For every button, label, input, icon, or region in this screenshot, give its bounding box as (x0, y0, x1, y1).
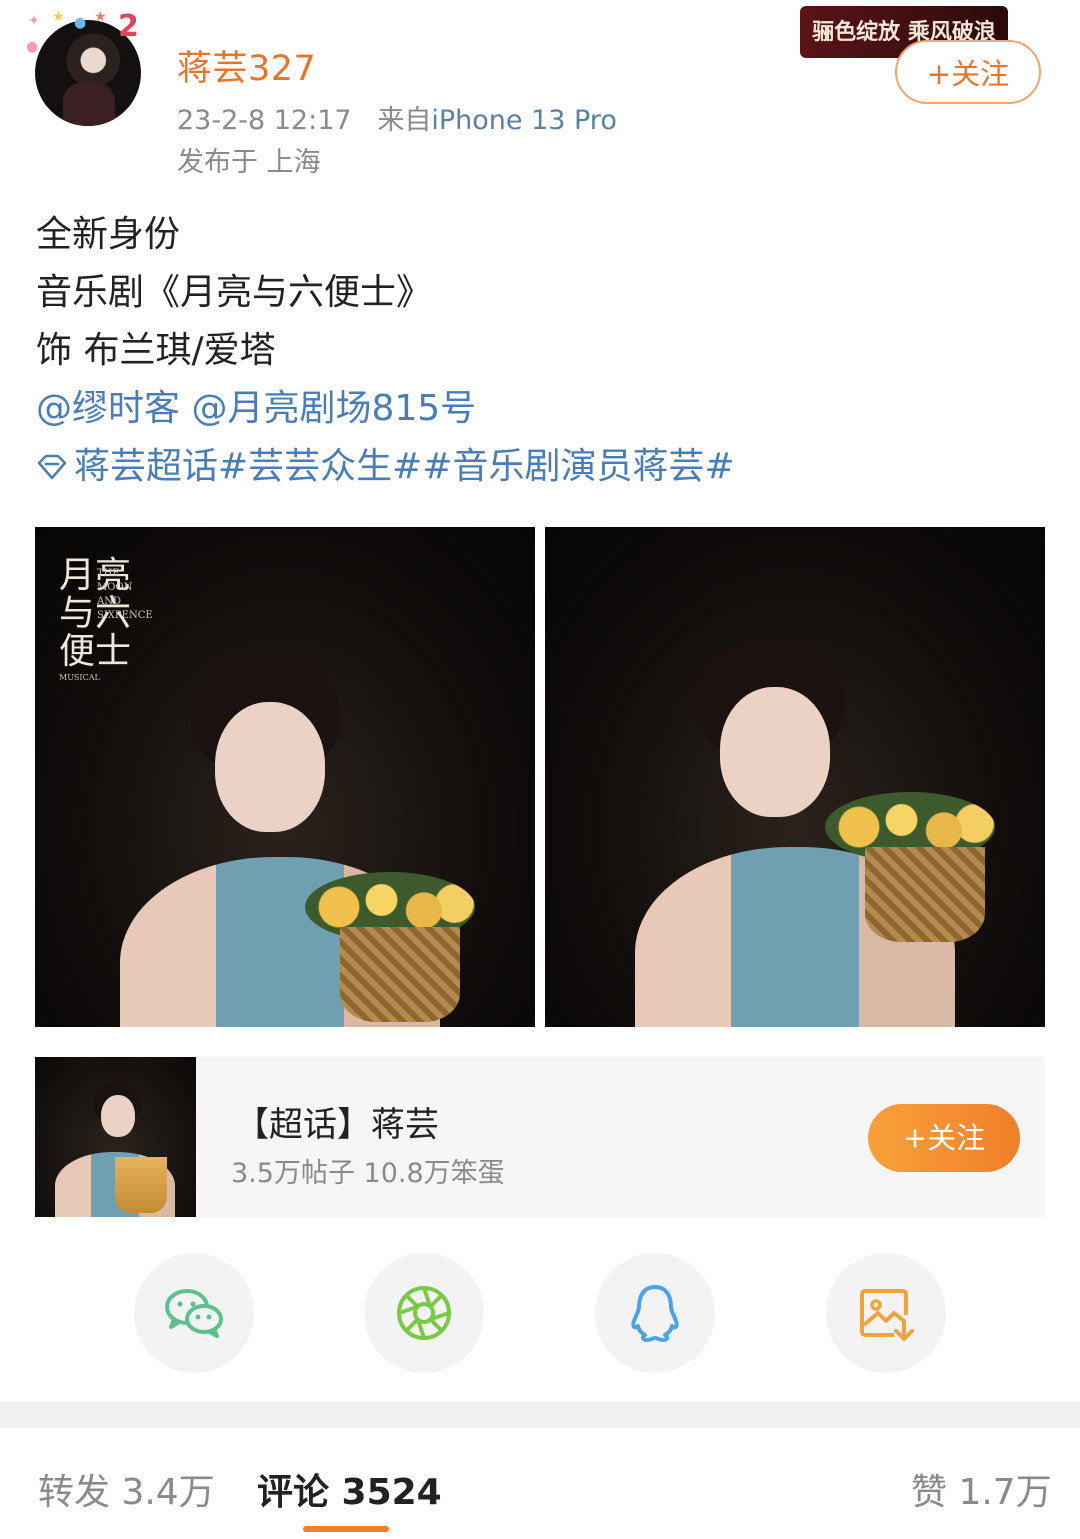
confetti-decoration: ● (74, 15, 87, 31)
username[interactable]: 蒋芸327 (177, 40, 316, 91)
photo-figure-face (215, 702, 325, 832)
moments-icon (397, 1286, 451, 1340)
share-save-image-button[interactable] (826, 1253, 946, 1373)
post-meta: 23-2-8 12:17 来自iPhone 13 Pro (177, 98, 617, 137)
thumb-figure-face (101, 1095, 135, 1137)
thumb-bread-basket (115, 1157, 167, 1213)
timestamp: 23-2-8 12:17 (177, 105, 352, 136)
device-link[interactable]: iPhone 13 Pro (431, 105, 617, 136)
confetti-decoration: ● (26, 39, 39, 55)
post-text-line: 饰 布兰琪/爱塔 (36, 330, 276, 371)
topic-thumbnail[interactable] (35, 1057, 196, 1217)
super-topic-card[interactable]: 【超话】蒋芸 3.5万帖子 10.8万笨蛋 +关注 (35, 1057, 1045, 1217)
post-text-line: 全新身份 (36, 214, 181, 255)
mention-links[interactable]: @缪时客 @月亮剧场815号 (36, 380, 1046, 438)
qq-icon (631, 1285, 679, 1342)
poster-subtitle: MUSICAL (59, 673, 100, 682)
post-location: 发布于 上海 (177, 147, 321, 178)
confetti-decoration: 2 (118, 9, 139, 44)
follow-button[interactable]: +关注 (895, 40, 1041, 104)
post-text-line: 音乐剧《月亮与六便士》 (36, 272, 433, 313)
topic-links[interactable]: 蒋芸超话#芸芸众生##音乐剧演员蒋芸# (36, 438, 1046, 496)
wechat-icon (165, 1289, 223, 1338)
topic-follow-button[interactable]: +关注 (868, 1104, 1020, 1172)
share-wechat-button[interactable] (134, 1253, 254, 1373)
avatar-frame[interactable]: ✦ ★ ● ★ 2 ● (22, 8, 152, 138)
source-prefix: 来自 (377, 105, 432, 136)
post-photo-2[interactable] (545, 527, 1045, 1027)
section-divider (0, 1402, 1080, 1428)
photo-basket (865, 847, 985, 942)
share-qq-button[interactable] (595, 1253, 715, 1373)
tab-comments[interactable]: 评论 3524 (257, 1463, 442, 1515)
share-moments-button[interactable] (364, 1253, 484, 1373)
tab-likes[interactable]: 赞 1.7万 (911, 1463, 1052, 1515)
super-topic-diamond-icon (37, 454, 67, 480)
confetti-decoration: ✦ (28, 13, 40, 29)
save-image-icon (860, 1289, 914, 1341)
photo-figure-face (720, 687, 830, 817)
post-photo-1[interactable]: 月亮与六便士 THE MOON AND SIXPENCE MUSICAL (35, 527, 535, 1027)
topic-title[interactable]: 【超话】蒋芸 (235, 1097, 439, 1146)
confetti-decoration: ★ (52, 9, 65, 25)
poster-english-title: THE MOON AND SIXPENCE (97, 568, 153, 621)
photo-basket (340, 927, 460, 1022)
topic-text[interactable]: 蒋芸超话#芸芸众生##音乐剧演员蒋芸# (74, 446, 735, 487)
tab-repost[interactable]: 转发 3.4万 (38, 1463, 215, 1515)
confetti-decoration: ★ (94, 9, 107, 25)
post-body: 全新身份 音乐剧《月亮与六便士》 饰 布兰琪/爱塔 @缪时客 @月亮剧场815号… (36, 206, 1046, 496)
topic-stats: 3.5万帖子 10.8万笨蛋 (231, 1158, 505, 1189)
active-tab-indicator (303, 1526, 389, 1532)
